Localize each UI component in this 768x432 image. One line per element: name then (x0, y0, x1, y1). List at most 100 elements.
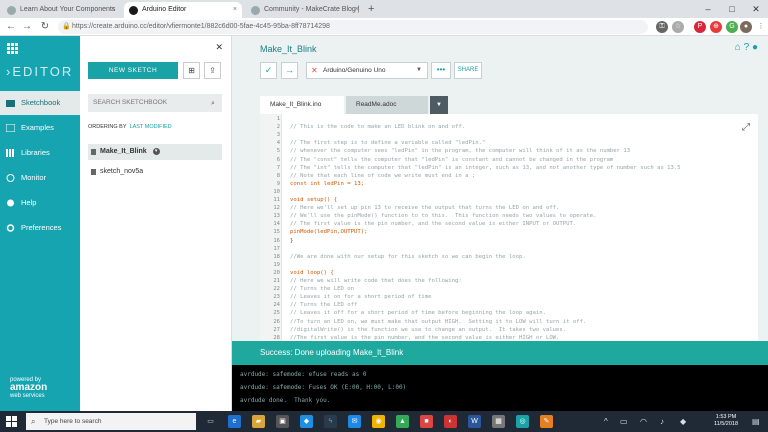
ordering-select[interactable]: LAST MODIFIED (130, 124, 172, 130)
sketch-item-make-it-blink[interactable]: Make_It_Blink ▾ (88, 144, 222, 160)
close-icon[interactable]: × (355, 2, 359, 18)
menu-icon[interactable]: ⋮ (755, 21, 767, 33)
board-select[interactable]: ✕ Arduino/Genuino Uno ▼ (306, 62, 428, 79)
dropbox-icon[interactable]: ◆ (300, 415, 313, 428)
nav-item-sketchbook[interactable]: Sketchbook (0, 91, 80, 115)
app-icon[interactable]: ▦ (492, 415, 505, 428)
windows-start-icon[interactable] (6, 416, 17, 427)
line-number: 5 (276, 148, 280, 155)
task-view-icon[interactable]: ▭ (204, 415, 217, 428)
key-icon[interactable]: ⚿ (656, 21, 668, 33)
tab-make-it-blink-ino[interactable]: Make_It_Blink.ino (260, 96, 344, 114)
store-icon[interactable]: ▣ (276, 415, 289, 428)
code-line[interactable]: // The first step is to define a variabl… (290, 140, 485, 146)
nav-item-libraries[interactable]: Libraries (0, 141, 80, 165)
nav-item-examples[interactable]: Examples (0, 116, 80, 140)
forward-icon[interactable]: → (20, 20, 34, 34)
volume-icon[interactable]: ♪ (660, 411, 664, 432)
url-field[interactable]: 🔒 https://create.arduino.cc/editor/vfier… (58, 20, 648, 34)
chrome-icon[interactable]: ◉ (372, 415, 385, 428)
sketch-item-sketch-nov5a[interactable]: sketch_nov5a (88, 164, 222, 180)
share-button[interactable]: SHARE (454, 62, 482, 79)
dropbox-tray-icon[interactable]: ◆ (680, 411, 686, 432)
maximize-icon[interactable]: □ (720, 0, 744, 18)
new-tab-icon[interactable]: + (368, 2, 374, 16)
nav-item-monitor[interactable]: Monitor (0, 166, 80, 190)
close-icon[interactable]: × (233, 2, 237, 18)
app-icon[interactable]: ◐ (444, 415, 457, 428)
code-line[interactable]: // The first value is the pin number, an… (290, 221, 576, 227)
search-sketchbook-input[interactable] (88, 94, 222, 112)
verify-button[interactable]: ✓ (260, 62, 277, 79)
mail-app-icon[interactable]: ✉ (348, 415, 361, 428)
code-line[interactable]: // Turns the LED off (290, 302, 357, 308)
window-close-icon[interactable]: ✕ (744, 0, 768, 18)
battery-icon[interactable]: ▭ (620, 411, 628, 432)
back-icon[interactable]: ← (4, 20, 18, 34)
options-icon[interactable]: ▾ (152, 147, 160, 155)
notification-icon[interactable]: ⌂ (735, 42, 741, 53)
profile-avatar[interactable]: ● (740, 21, 752, 33)
import-icon[interactable]: ⇪ (204, 62, 221, 79)
code-line[interactable]: // Leaves it off for a short period of t… (290, 310, 546, 316)
word-icon[interactable]: W (468, 415, 481, 428)
code-line[interactable]: // The "const" tells the computer that "… (290, 157, 613, 163)
tab-readme-adoc[interactable]: ReadMe.adoc (346, 96, 428, 114)
browser-tab-1[interactable]: Learn About Your Components × (2, 2, 120, 18)
line-number: 19 (273, 261, 280, 268)
code-line[interactable]: // The "int" tells the computer that "le… (290, 165, 681, 171)
code-line[interactable]: // Turns the LED on (290, 286, 354, 292)
user-icon[interactable]: ● (752, 42, 758, 53)
browser-tab-2[interactable]: Arduino Editor × (124, 2, 242, 18)
help-icon[interactable]: ? (744, 42, 750, 53)
tab-menu-icon[interactable]: ▼ (430, 96, 448, 114)
code-line[interactable]: // whenever the computer sees "ledPin" i… (290, 148, 630, 154)
new-sketch-button[interactable]: NEW SKETCH (88, 62, 178, 79)
file-explorer-icon[interactable]: ▰ (252, 415, 265, 428)
code-line[interactable]: // We'll use the pinMode() function to t… (290, 213, 596, 219)
nav-item-preferences[interactable]: Preferences (0, 216, 80, 240)
code-line[interactable]: //The first value is the pin number, and… (290, 335, 559, 341)
nav-item-help[interactable]: Help (0, 191, 80, 215)
new-folder-icon[interactable]: ⊞ (183, 62, 200, 79)
star-icon[interactable]: ☆ (672, 21, 684, 33)
app-icon[interactable]: ■ (420, 415, 433, 428)
taskbar-search[interactable]: ⌕ Type here to search (26, 413, 196, 430)
code-view[interactable]: ⤢ 1 2// This is the code to make an LED b… (260, 114, 758, 341)
notifications-icon[interactable]: ▤ (752, 411, 760, 432)
browser-tab-3[interactable]: Community - MakeCrate Blog | × (246, 2, 364, 18)
grammarly-icon[interactable]: G (726, 21, 738, 33)
code-line[interactable]: void loop() { (290, 270, 334, 276)
code-line[interactable]: // Here we'll set up pin 13 to receive t… (290, 205, 559, 211)
more-button[interactable]: ••• (431, 62, 451, 79)
app-icon[interactable]: ✎ (540, 415, 553, 428)
app-icon[interactable]: ▲ (396, 415, 409, 428)
edge-icon[interactable]: e (228, 415, 241, 428)
code-line[interactable]: pinMode(ledPin,OUTPUT); (290, 229, 367, 235)
extension-icon[interactable]: ⊕ (710, 21, 722, 33)
bolt-app-icon[interactable]: ϟ (324, 415, 337, 428)
code-line[interactable]: //digitalWrite() is the function we use … (290, 327, 566, 333)
code-line[interactable]: // Leaves it on for a short period of ti… (290, 294, 431, 300)
close-icon[interactable]: × (111, 2, 115, 18)
reload-icon[interactable]: ↻ (38, 20, 52, 34)
code-line[interactable]: } (290, 238, 293, 244)
code-line[interactable]: //We are done with our setup for this sk… (290, 254, 526, 260)
tray-chevron-icon[interactable]: ^ (604, 411, 608, 432)
system-clock[interactable]: 1:53 PM 11/5/2018 (704, 414, 748, 428)
code-line[interactable]: //To turn an LED on, we must make that o… (290, 319, 586, 325)
app-icon[interactable]: ◎ (516, 415, 529, 428)
code-line[interactable]: const int ledPin = 13; (290, 181, 364, 187)
code-line[interactable]: // Here we will write code that does the… (290, 278, 462, 284)
close-panel-icon[interactable]: ✕ (215, 42, 223, 53)
upload-button[interactable]: → (281, 62, 298, 79)
minimize-icon[interactable]: – (696, 0, 720, 18)
wifi-icon[interactable]: ◠ (640, 411, 647, 432)
apps-grid-icon[interactable] (7, 43, 19, 55)
lock-icon: 🔒 (62, 23, 71, 30)
code-line[interactable]: void setup() { (290, 197, 337, 203)
pinterest-icon[interactable]: P (694, 21, 706, 33)
expand-icon[interactable]: ⤢ (742, 122, 750, 133)
code-line[interactable]: // Note that each line of code we write … (290, 173, 475, 179)
code-line[interactable]: // This is the code to make an LED blink… (290, 124, 465, 130)
